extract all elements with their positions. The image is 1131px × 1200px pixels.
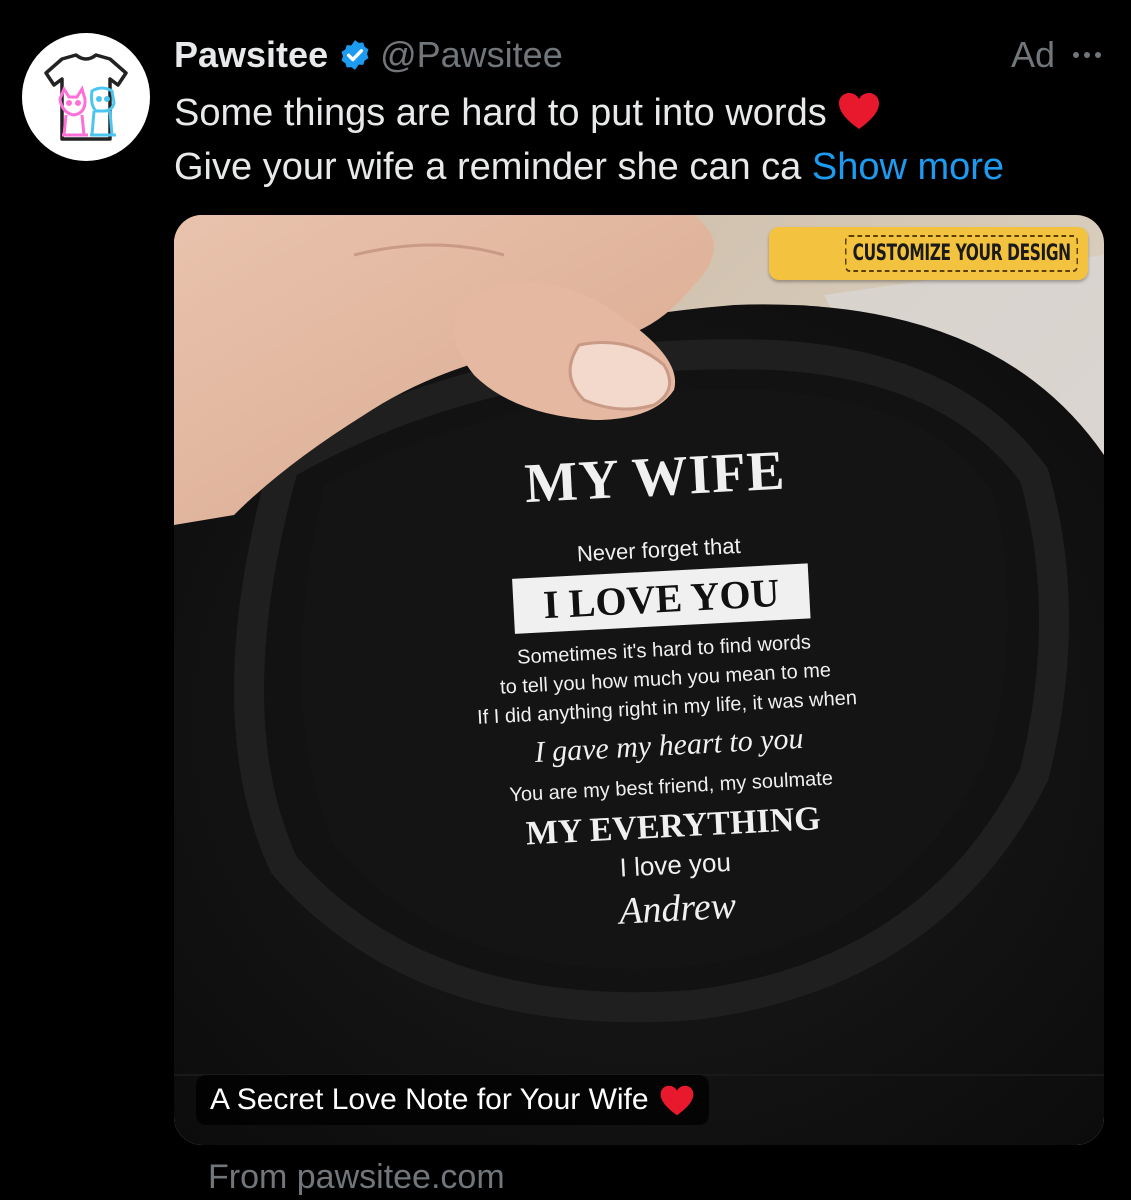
print-body: Sometimes it's hard to find words to tel… [424, 624, 908, 736]
media-caption: A Secret Love Note for Your Wife [196, 1075, 709, 1125]
print-group: MY WIFE Never forget that I LOVE YOU Som… [414, 433, 919, 943]
verified-badge-icon[interactable] [338, 38, 372, 72]
ad-media-image[interactable]: MY WIFE Never forget that I LOVE YOU Som… [174, 215, 1104, 1145]
customize-badge: CUSTOMIZE YOUR DESIGN [768, 227, 1088, 280]
red-heart-icon [660, 1085, 693, 1115]
ad-label: Ad [1010, 34, 1055, 75]
customize-badge-text: CUSTOMIZE YOUR DESIGN [844, 235, 1078, 272]
tweet-line-2-text: Give your wife a reminder she can ca [174, 146, 802, 188]
tweet-line-2: Give your wife a reminder she can ca Sho… [174, 140, 1104, 194]
tweet-line-1: Some things are hard to put into words [174, 86, 1104, 140]
pawsitee-logo-icon [44, 53, 128, 141]
tweet-header: Pawsitee @Pawsitee Ad [174, 30, 1101, 80]
tweet-text: Some things are hard to put into words G… [174, 86, 1104, 194]
print-title: MY WIFE [523, 439, 787, 516]
print-banner: I LOVE YOU [511, 563, 811, 634]
source-link[interactable]: From pawsitee.com [208, 1158, 505, 1197]
print-subtitle: Never forget that [576, 532, 742, 567]
red-heart-icon [839, 93, 880, 129]
tweet-line-1-text: Some things are hard to put into words [174, 92, 827, 134]
media-caption-text: A Secret Love Note for Your Wife [210, 1083, 649, 1116]
show-more-link[interactable]: Show more [812, 146, 1004, 188]
author-name[interactable]: Pawsitee [174, 34, 328, 76]
more-options-icon[interactable] [1073, 52, 1101, 58]
avatar[interactable] [22, 33, 150, 161]
author-handle[interactable]: @Pawsitee [380, 34, 563, 76]
shirt-print: MY WIFE Never forget that I LOVE YOU Som… [174, 215, 1104, 1145]
